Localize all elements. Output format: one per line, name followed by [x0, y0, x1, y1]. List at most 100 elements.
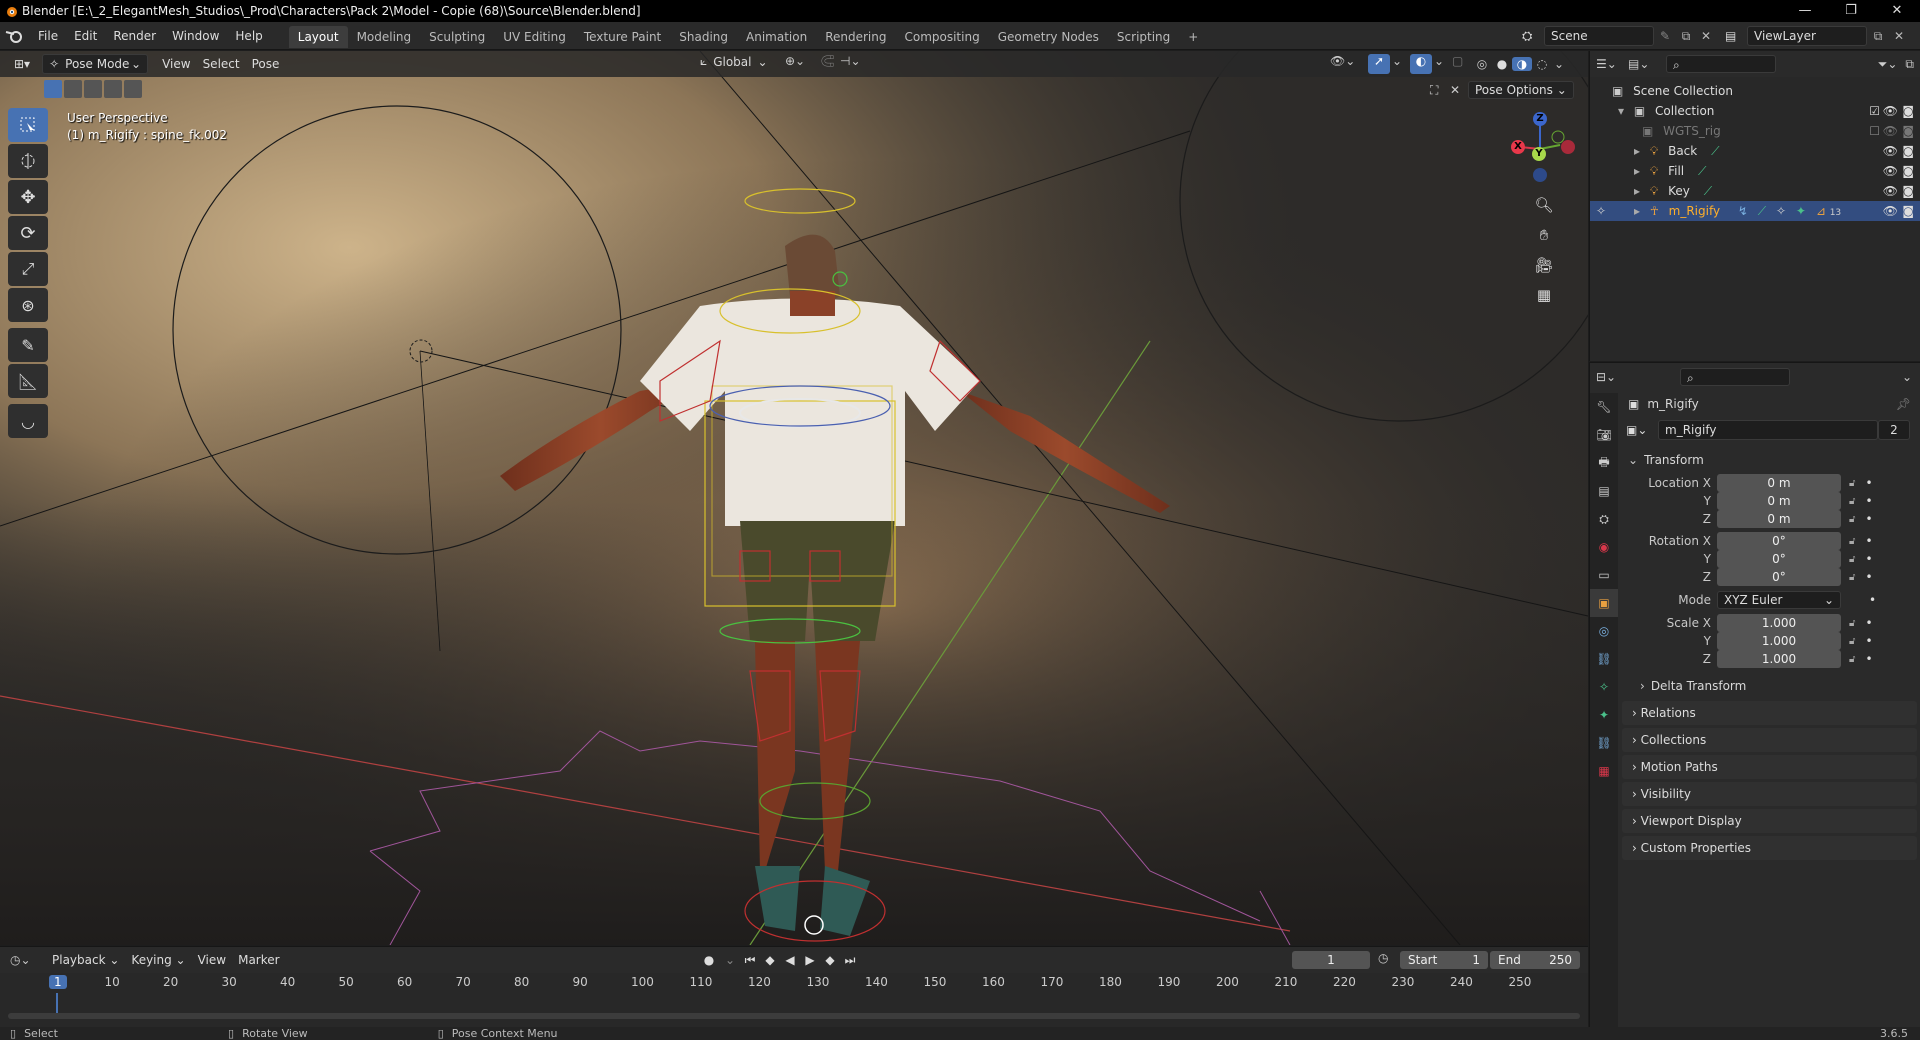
- camera-icon[interactable]: ◙: [1902, 141, 1914, 161]
- rotation-z-field[interactable]: 0°: [1717, 568, 1841, 586]
- viewlayer-name-field[interactable]: ViewLayer: [1747, 26, 1867, 46]
- gizmo-z[interactable]: Z: [1533, 112, 1547, 126]
- tool-move[interactable]: ✥: [8, 180, 48, 214]
- tab-render[interactable]: 📷︎: [1590, 421, 1618, 449]
- object-name-field[interactable]: m_Rigify: [1658, 420, 1878, 440]
- panel-collections[interactable]: › Collections: [1622, 728, 1917, 752]
- expand-arrow-icon[interactable]: ▸: [1634, 164, 1640, 178]
- tab-rendering[interactable]: Rendering: [816, 26, 895, 48]
- navigation-gizmo[interactable]: Z Y X: [1500, 109, 1580, 189]
- pin-icon[interactable]: ✎: [1654, 29, 1676, 43]
- user-count-field[interactable]: 2: [1878, 420, 1910, 440]
- lock-icon[interactable]: 🔓︎: [1849, 636, 1855, 647]
- options-dropdown-icon[interactable]: ⌄: [1902, 370, 1912, 384]
- eye-icon[interactable]: 👁︎: [1883, 201, 1898, 221]
- next-keyframe-icon[interactable]: ◆: [820, 953, 840, 967]
- rotation-mode-dropdown[interactable]: XYZ Euler ⌄: [1717, 591, 1841, 609]
- mode-selector[interactable]: ✧ Pose Mode ⌄: [42, 54, 149, 74]
- eye-icon[interactable]: 👁︎: [1883, 161, 1898, 181]
- keyframe-dot-icon[interactable]: •: [1865, 570, 1872, 584]
- outliner-editor-icon[interactable]: ☰⌄: [1596, 57, 1628, 71]
- keyframe-dot-icon[interactable]: •: [1865, 552, 1872, 566]
- outliner-item-wgts-rig[interactable]: ▣ WGTS_rig ☐ 👁︎ ◙: [1590, 121, 1920, 141]
- expand-arrow-icon[interactable]: ▾: [1618, 104, 1624, 118]
- delta-transform-header[interactable]: › Delta Transform: [1622, 675, 1917, 697]
- auto-ik-icon[interactable]: ✕: [1450, 83, 1468, 97]
- current-frame-field[interactable]: 1: [1292, 951, 1370, 969]
- pose-mirror-icon[interactable]: ⛶: [1430, 83, 1450, 98]
- material-shading-icon[interactable]: ◑: [1512, 57, 1532, 71]
- checkbox-empty-icon[interactable]: ☐: [1869, 121, 1880, 141]
- gizmo-x[interactable]: X: [1511, 140, 1525, 154]
- viewlayer-selector[interactable]: ▤ ViewLayer ⧉ ✕: [1725, 26, 1909, 46]
- tool-bone-relax[interactable]: ◡: [8, 404, 48, 438]
- lock-icon[interactable]: 🔓︎: [1849, 618, 1855, 629]
- menu-view[interactable]: View: [156, 54, 196, 74]
- tab-constraints[interactable]: ⛓︎: [1590, 645, 1618, 673]
- outliner-search-input[interactable]: ⌕: [1666, 55, 1776, 73]
- start-frame-field[interactable]: Start 1: [1400, 951, 1488, 969]
- current-frame-indicator[interactable]: 1: [49, 975, 67, 989]
- overlays-toggle-icon[interactable]: ◐: [1410, 54, 1432, 74]
- tool-transform[interactable]: ⊛: [8, 288, 48, 322]
- pivot-point-icon[interactable]: ⊕⌄: [785, 54, 805, 68]
- keyframe-dot-icon[interactable]: •: [1865, 634, 1872, 648]
- scene-selector[interactable]: ⛭ Scene ✎ ⧉ ✕: [1522, 26, 1716, 46]
- close-button[interactable]: ✕: [1874, 0, 1920, 22]
- visibility-icon[interactable]: 👁︎⌄: [1330, 54, 1355, 68]
- add-workspace-button[interactable]: +: [1179, 26, 1207, 48]
- new-scene-icon[interactable]: ⧉: [1676, 29, 1696, 44]
- snap-target-icon[interactable]: ⊣⌄: [840, 54, 861, 68]
- tab-bone[interactable]: ✦: [1590, 701, 1618, 729]
- display-mode-icon[interactable]: ▤⌄: [1628, 57, 1660, 71]
- menu-select[interactable]: Select: [197, 54, 246, 74]
- minimize-button[interactable]: —: [1782, 0, 1828, 22]
- tab-bone-constraints[interactable]: ⛓︎: [1590, 729, 1618, 757]
- timeline-scrollbar[interactable]: [8, 1013, 1580, 1019]
- new-collection-icon[interactable]: ⧉: [1905, 57, 1914, 72]
- rotation-y-field[interactable]: 0°: [1717, 550, 1841, 568]
- tab-object-data[interactable]: ✧: [1590, 673, 1618, 701]
- tool-measure[interactable]: 📐︎: [8, 364, 48, 398]
- lock-icon[interactable]: 🔓︎: [1849, 572, 1855, 583]
- keyframe-dot-icon[interactable]: •: [1865, 494, 1872, 508]
- auto-key-icon[interactable]: ●: [698, 953, 720, 967]
- lock-icon[interactable]: 🔓︎: [1849, 514, 1855, 525]
- select-extend-icon[interactable]: [64, 80, 82, 98]
- menu-pose[interactable]: Pose: [246, 54, 286, 74]
- rotation-x-field[interactable]: 0°: [1717, 532, 1841, 550]
- timeline-track-area[interactable]: 1 10 20 30 40 50 60 70 80 90 100 110 120 130 140 150 160…: [0, 973, 1588, 1028]
- end-frame-field[interactable]: End 250: [1490, 951, 1580, 969]
- snap-icon[interactable]: 🧲︎: [820, 54, 835, 68]
- menu-render[interactable]: Render: [105, 22, 164, 50]
- panel-visibility[interactable]: › Visibility: [1622, 782, 1917, 806]
- select-invert-icon[interactable]: [104, 80, 122, 98]
- pin-icon[interactable]: 📌︎: [1896, 397, 1911, 411]
- tab-output[interactable]: 🖶︎: [1590, 449, 1618, 477]
- pose-mode-icon[interactable]: ✧: [1596, 201, 1606, 221]
- menu-edit[interactable]: Edit: [66, 22, 105, 50]
- lock-icon[interactable]: 🔓︎: [1849, 554, 1855, 565]
- rendered-shading-icon[interactable]: ◌: [1532, 57, 1552, 71]
- tab-compositing[interactable]: Compositing: [895, 26, 988, 48]
- menu-help[interactable]: Help: [227, 22, 270, 50]
- tab-shading[interactable]: Shading: [670, 26, 737, 48]
- overlays-dropdown-icon[interactable]: ⌄: [1434, 54, 1444, 68]
- menu-playback[interactable]: Playback ⌄: [46, 950, 125, 970]
- tab-scene[interactable]: ⛭: [1590, 505, 1618, 533]
- play-reverse-icon[interactable]: ◀: [780, 953, 800, 967]
- tab-physics[interactable]: ◎: [1590, 617, 1618, 645]
- tab-modeling[interactable]: Modeling: [348, 26, 421, 48]
- ortho-grid-icon[interactable]: ▦: [1532, 286, 1556, 316]
- menu-window[interactable]: Window: [164, 22, 227, 50]
- camera-icon[interactable]: ◙: [1902, 161, 1914, 181]
- camera-icon[interactable]: ◙: [1902, 101, 1914, 121]
- pan-hand-icon[interactable]: ✋︎: [1532, 226, 1556, 256]
- xray-icon[interactable]: ▢: [1452, 54, 1463, 68]
- data-browse-icon[interactable]: ▣⌄: [1626, 423, 1652, 437]
- checkbox-icon[interactable]: ☑: [1869, 101, 1880, 121]
- blender-menu-icon[interactable]: [0, 22, 30, 50]
- select-intersect-icon[interactable]: [124, 80, 142, 98]
- select-new-icon[interactable]: [44, 80, 62, 98]
- scene-name-field[interactable]: Scene: [1544, 26, 1654, 46]
